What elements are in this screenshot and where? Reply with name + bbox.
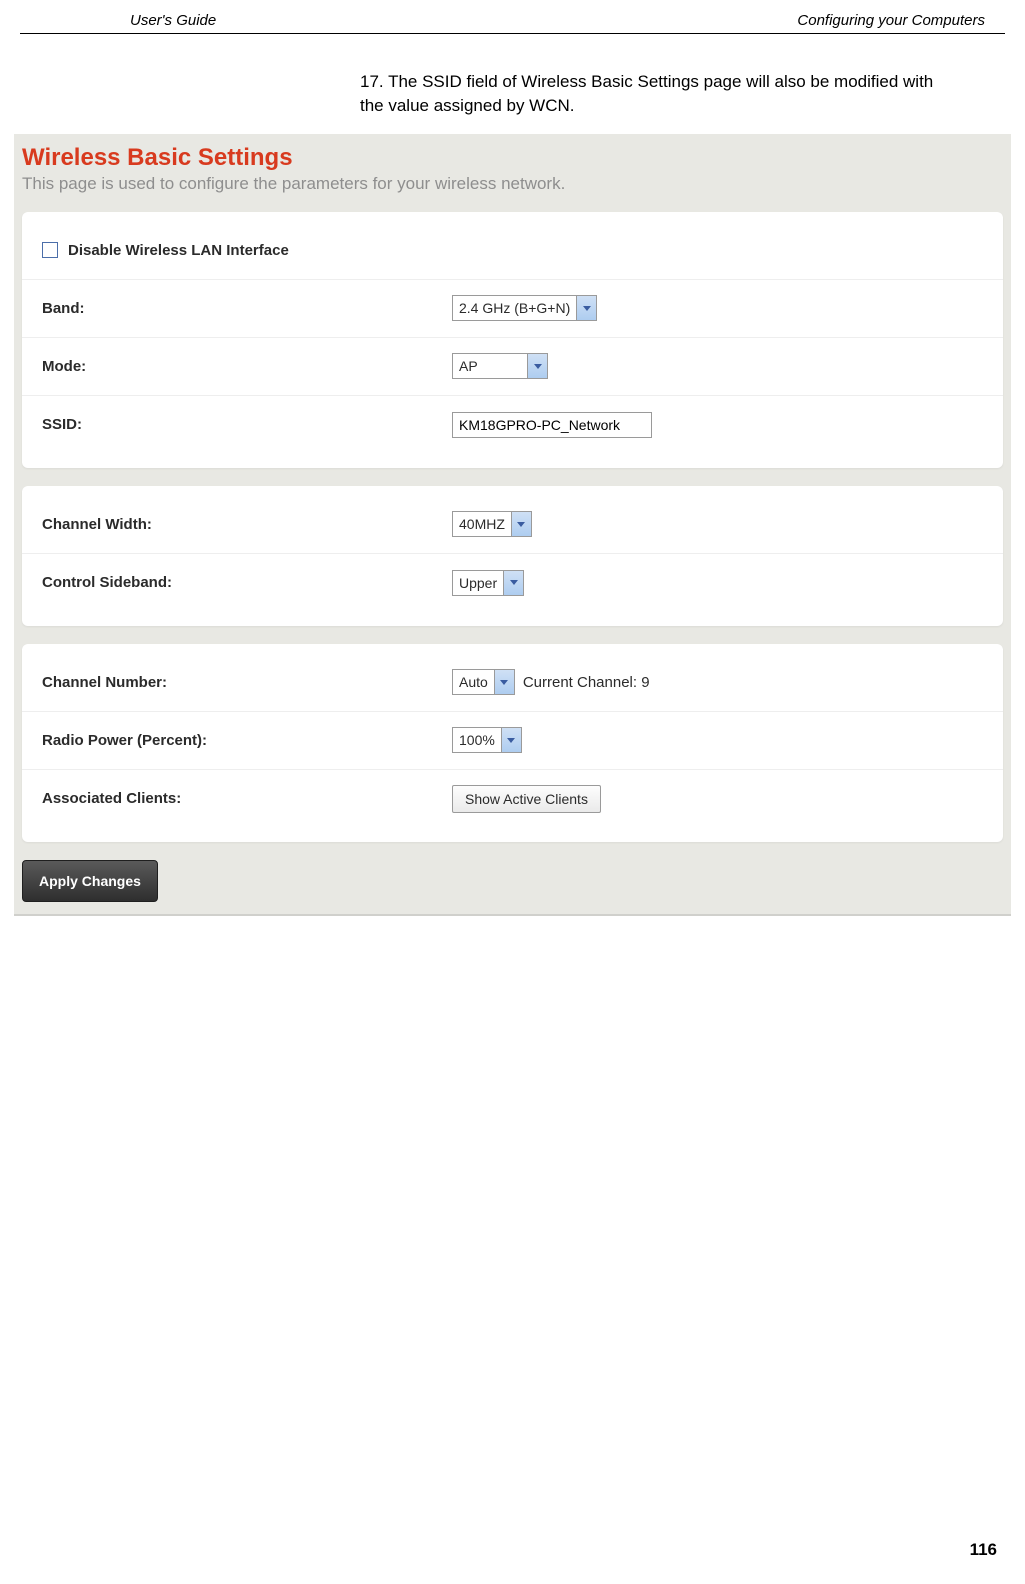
disable-wlan-checkbox[interactable] [42,242,58,258]
wireless-settings-screenshot: Wireless Basic Settings This page is use… [14,134,1011,916]
channel-width-label: Channel Width: [22,516,442,533]
channel-width-value: 40MHZ [453,512,511,536]
disable-wlan-label: Disable Wireless LAN Interface [68,242,289,259]
channel-number-label: Channel Number: [22,674,442,691]
chevron-down-icon [494,670,514,694]
row-associated-clients: Associated Clients: Show Active Clients [22,770,1003,828]
panel-basic: Disable Wireless LAN Interface Band: 2.4… [22,212,1003,468]
chevron-down-icon [511,512,531,536]
mode-select-value: AP [453,354,527,378]
step-body: The SSID field of Wireless Basic Setting… [360,72,933,115]
panel-channel: Channel Width: 40MHZ Control Sideband: U… [22,486,1003,626]
wbs-title: Wireless Basic Settings [14,134,1011,174]
page-number: 116 [970,1540,997,1560]
radio-power-select[interactable]: 100% [452,727,522,753]
header-right: Configuring your Computers [797,12,985,29]
row-radio-power: Radio Power (Percent): 100% [22,712,1003,770]
band-select[interactable]: 2.4 GHz (B+G+N) [452,295,597,321]
row-ssid: SSID: [22,396,1003,454]
ssid-label: SSID: [22,416,442,433]
control-sideband-select[interactable]: Upper [452,570,524,596]
mode-select[interactable]: AP [452,353,548,379]
header-left: User's Guide [130,12,216,29]
mode-label: Mode: [22,358,442,375]
row-band: Band: 2.4 GHz (B+G+N) [22,280,1003,338]
panel-advanced: Channel Number: Auto Current Channel: 9 … [22,644,1003,842]
chevron-down-icon [527,354,547,378]
apply-changes-button[interactable]: Apply Changes [22,860,158,902]
show-active-clients-button[interactable]: Show Active Clients [452,785,601,813]
step-number: 17. [360,70,384,94]
control-sideband-value: Upper [453,571,503,595]
channel-number-value: Auto [453,670,494,694]
radio-power-label: Radio Power (Percent): [22,732,442,749]
current-channel-text: Current Channel: 9 [523,674,650,691]
wbs-description: This page is used to configure the param… [14,174,1011,212]
chevron-down-icon [576,296,596,320]
row-channel-width: Channel Width: 40MHZ [22,496,1003,554]
band-label: Band: [22,300,442,317]
row-channel-number: Channel Number: Auto Current Channel: 9 [22,654,1003,712]
control-sideband-label: Control Sideband: [22,574,442,591]
row-control-sideband: Control Sideband: Upper [22,554,1003,612]
radio-power-value: 100% [453,728,501,752]
document-header: User's Guide Configuring your Computers [20,0,1005,34]
band-select-value: 2.4 GHz (B+G+N) [453,296,576,320]
chevron-down-icon [503,571,523,595]
row-mode: Mode: AP [22,338,1003,396]
step-text: 17. The SSID field of Wireless Basic Set… [0,34,1025,130]
channel-width-select[interactable]: 40MHZ [452,511,532,537]
disable-wlan-field: Disable Wireless LAN Interface [22,242,442,259]
associated-clients-label: Associated Clients: [22,790,442,807]
chevron-down-icon [501,728,521,752]
row-disable-wlan: Disable Wireless LAN Interface [22,222,1003,280]
channel-number-select[interactable]: Auto [452,669,515,695]
ssid-input[interactable] [452,412,652,438]
